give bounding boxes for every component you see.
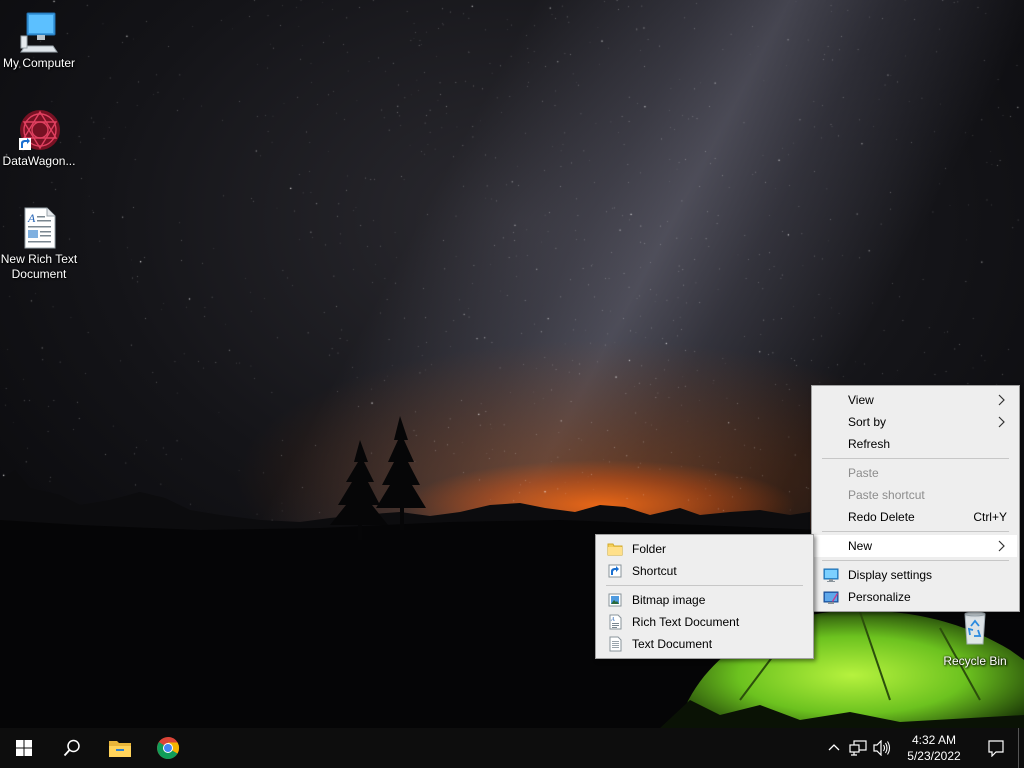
network-button[interactable] [846, 728, 870, 768]
submenu-item-bitmap-image[interactable]: Bitmap image [598, 589, 811, 611]
desktop-icon-recycle-bin[interactable]: Recycle Bin [936, 608, 1014, 669]
menu-item-refresh[interactable]: Refresh [814, 433, 1017, 455]
system-tray: 4:32 AM 5/23/2022 [822, 728, 1024, 768]
file-explorer-icon [109, 741, 131, 757]
menu-item-label: Personalize [848, 590, 911, 604]
submenu-item-rich-text-document[interactable]: A Rich Text Document [598, 611, 811, 633]
submenu-item-text-document[interactable]: Text Document [598, 633, 811, 655]
menu-item-view[interactable]: View [814, 389, 1017, 411]
network-icon [849, 740, 867, 756]
submenu-item-label: Shortcut [632, 564, 677, 578]
menu-item-redo-delete[interactable]: Redo Delete Ctrl+Y [814, 506, 1017, 528]
menu-separator [606, 585, 803, 586]
menu-item-paste-shortcut[interactable]: Paste shortcut [814, 484, 1017, 506]
chevron-up-icon [828, 744, 840, 751]
menu-item-new[interactable]: New [814, 535, 1017, 557]
folder-icon [607, 543, 623, 556]
taskbar: 4:32 AM 5/23/2022 [0, 728, 1024, 768]
desktop-icon-new-rich-text-document[interactable]: A New Rich Text Document [0, 206, 78, 282]
desktop-icon-my-computer[interactable]: My Computer [0, 10, 78, 71]
menu-item-label: Display settings [848, 568, 933, 582]
menu-item-label: Paste shortcut [848, 488, 925, 502]
menu-separator [822, 560, 1009, 561]
clock-time: 4:32 AM [911, 733, 957, 747]
submenu-item-label: Bitmap image [632, 593, 706, 607]
bitmap-image-icon [608, 593, 622, 607]
chrome-button[interactable] [144, 728, 192, 768]
display-settings-icon [823, 568, 839, 582]
chevron-right-icon [998, 394, 1005, 406]
volume-icon [873, 740, 891, 756]
action-center-button[interactable] [974, 728, 1018, 768]
chevron-right-icon [998, 540, 1005, 552]
desktop-wallpaper[interactable]: My Computer DataWagon... A New Rich Text… [0, 0, 1024, 728]
notification-icon [988, 740, 1004, 757]
menu-item-paste[interactable]: Paste [814, 462, 1017, 484]
windows-start-icon [16, 740, 32, 756]
computer-icon [17, 10, 61, 54]
datawagon-shortcut-icon [17, 108, 61, 152]
desktop-icon-label: DataWagon... [2, 154, 76, 168]
menu-separator [822, 531, 1009, 532]
menu-item-label: Sort by [848, 415, 887, 429]
show-hidden-icons-button[interactable] [822, 728, 846, 768]
desktop-context-menu: View Sort by Refresh Paste Paste shortcu… [811, 385, 1020, 612]
clock-date: 5/23/2022 [907, 749, 961, 763]
menu-item-label: View [848, 393, 874, 407]
shortcut-icon [608, 564, 622, 578]
menu-item-personalize[interactable]: Personalize [814, 586, 1017, 608]
show-desktop-button[interactable] [1018, 728, 1024, 768]
submenu-item-label: Rich Text Document [632, 615, 740, 629]
personalize-icon [823, 591, 839, 604]
mountain-silhouette [0, 416, 1024, 728]
menu-item-label: Refresh [848, 437, 891, 451]
submenu-item-label: Text Document [632, 637, 713, 651]
recycle-bin-icon [953, 608, 997, 652]
desktop-icon-datawagon[interactable]: DataWagon... [0, 108, 78, 169]
svg-text:A: A [27, 211, 36, 225]
desktop-icon-label: My Computer [2, 56, 76, 70]
start-button[interactable] [0, 728, 48, 768]
submenu-item-folder[interactable]: Folder [598, 538, 811, 560]
search-icon [63, 739, 80, 757]
submenu-item-shortcut[interactable]: Shortcut [598, 560, 811, 582]
file-explorer-button[interactable] [96, 728, 144, 768]
submenu-item-label: Folder [632, 542, 667, 556]
menu-item-label: Paste [848, 466, 879, 480]
search-button[interactable] [48, 728, 96, 768]
chrome-icon [157, 737, 179, 759]
menu-item-display-settings[interactable]: Display settings [814, 564, 1017, 586]
menu-item-sort-by[interactable]: Sort by [814, 411, 1017, 433]
desktop-icon-label: Recycle Bin [943, 654, 1007, 668]
svg-text:A: A [610, 617, 615, 623]
menu-item-label: New [848, 539, 873, 553]
new-submenu: Folder Shortcut Bitmap image A Rich Text… [595, 534, 814, 659]
clock[interactable]: 4:32 AM 5/23/2022 [894, 732, 974, 764]
chevron-right-icon [998, 416, 1005, 428]
text-document-icon [609, 636, 622, 652]
volume-button[interactable] [870, 728, 894, 768]
menu-item-label: Redo Delete [848, 510, 915, 524]
rich-text-icon: A [609, 614, 622, 630]
menu-item-shortcut: Ctrl+Y [973, 510, 1007, 524]
desktop-icon-label: New Rich Text Document [0, 252, 78, 281]
menu-separator [822, 458, 1009, 459]
rich-text-document-icon: A [17, 206, 61, 250]
